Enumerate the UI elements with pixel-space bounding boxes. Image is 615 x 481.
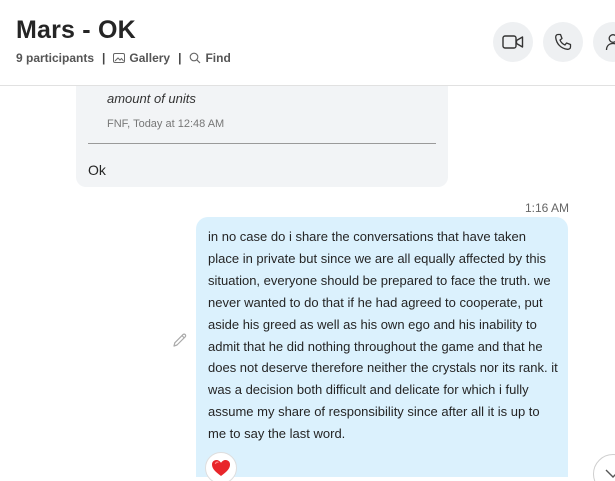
message-timestamp: 1:16 AM	[525, 201, 570, 215]
outgoing-message-text: in no case do i share the conversations …	[208, 229, 558, 442]
chevron-down-icon	[605, 469, 615, 478]
heart-icon	[212, 460, 230, 476]
scroll-to-bottom-button[interactable]	[593, 454, 615, 481]
conversation-title[interactable]: Mars - OK	[16, 16, 136, 45]
quoted-message-text: amount of units	[107, 91, 196, 106]
message-list[interactable]: amount of units FNF, Today at 12:48 AM O…	[0, 86, 615, 481]
chat-header: Mars - OK 9 participants | Gallery | Fin…	[0, 0, 615, 86]
gallery-icon	[113, 53, 126, 63]
reaction-badge[interactable]	[205, 452, 237, 481]
separator: |	[102, 51, 106, 65]
add-person-icon	[605, 34, 615, 51]
edit-button[interactable]	[172, 332, 188, 353]
gallery-label: Gallery	[129, 51, 171, 65]
search-icon	[190, 52, 201, 64]
incoming-message-text: Ok	[88, 162, 106, 178]
add-person-button[interactable]	[593, 22, 615, 62]
outgoing-message-bubble[interactable]: in no case do i share the conversations …	[196, 217, 568, 477]
participants-link[interactable]: 9 participants	[16, 51, 94, 65]
conversation-subtitle: 9 participants | Gallery | Find	[16, 51, 231, 65]
find-link[interactable]: Find	[189, 51, 231, 65]
incoming-message-bubble[interactable]: amount of units FNF, Today at 12:48 AM O…	[76, 86, 448, 187]
video-call-button[interactable]	[493, 22, 533, 62]
audio-call-icon	[555, 33, 572, 50]
quoted-message-meta: FNF, Today at 12:48 AM	[107, 118, 225, 130]
gallery-link[interactable]: Gallery	[113, 51, 170, 65]
pencil-icon	[173, 333, 187, 347]
video-call-icon	[502, 35, 524, 49]
separator: |	[178, 51, 182, 65]
audio-call-button[interactable]	[543, 22, 583, 62]
quote-divider	[88, 143, 436, 144]
find-label: Find	[205, 51, 231, 65]
